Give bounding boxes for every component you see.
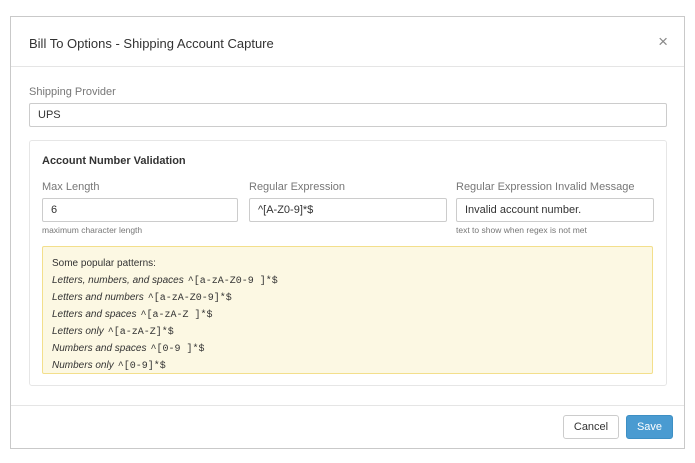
pattern-label: Letters and numbers [52,292,144,303]
pattern-label: Letters and spaces [52,309,137,320]
pattern-item: Letters and numbers ^[a-zA-Z0-9]*$ [52,292,232,304]
pattern-label: Letters only [52,326,104,337]
pattern-regex: ^[a-zA-Z]*$ [107,327,174,338]
cancel-button[interactable]: Cancel [563,415,619,439]
pattern-label: Letters, numbers, and spaces [52,275,184,286]
dialog-header: Bill To Options - Shipping Account Captu… [11,17,684,67]
invalid-message-label: Regular Expression Invalid Message [456,181,635,193]
max-length-help: maximum character length [42,225,143,235]
pattern-item: Letters and spaces ^[a-zA-Z ]*$ [52,309,213,321]
max-length-label: Max Length [42,181,100,193]
close-icon[interactable]: × [658,33,668,50]
shipping-provider-label: Shipping Provider [29,86,116,98]
pattern-label: Numbers and spaces [52,343,147,354]
pattern-regex: ^[a-zA-Z0-9]*$ [147,293,232,304]
pattern-regex: ^[a-zA-Z0-9 ]*$ [187,276,278,287]
pattern-regex: ^[0-9]*$ [117,361,166,372]
pattern-regex: ^[0-9 ]*$ [150,344,205,355]
pattern-item: Numbers and spaces ^[0-9 ]*$ [52,343,205,355]
dialog: Bill To Options - Shipping Account Captu… [10,16,685,449]
regex-input[interactable]: ^[A-Z0-9]*$ [249,198,447,222]
shipping-provider-input[interactable]: UPS [29,103,667,127]
dialog-title: Bill To Options - Shipping Account Captu… [29,36,274,51]
account-validation-panel: Account Number Validation Max Length 6 m… [29,140,667,386]
patterns-heading: Some popular patterns: [52,258,156,269]
panel-title: Account Number Validation [42,155,186,167]
pattern-item: Letters only ^[a-zA-Z]*$ [52,326,174,338]
max-length-input[interactable]: 6 [42,198,238,222]
regex-label: Regular Expression [249,181,345,193]
save-button[interactable]: Save [626,415,673,439]
invalid-message-help: text to show when regex is not met [456,225,587,235]
dialog-footer: Cancel Save [11,405,684,450]
pattern-label: Numbers only [52,360,114,371]
pattern-regex: ^[a-zA-Z ]*$ [140,310,213,321]
popular-patterns-note: Some popular patterns: Letters, numbers,… [42,246,653,374]
invalid-message-input[interactable]: Invalid account number. [456,198,654,222]
pattern-item: Numbers only ^[0-9]*$ [52,360,166,372]
pattern-item: Letters, numbers, and spaces ^[a-zA-Z0-9 … [52,275,278,287]
